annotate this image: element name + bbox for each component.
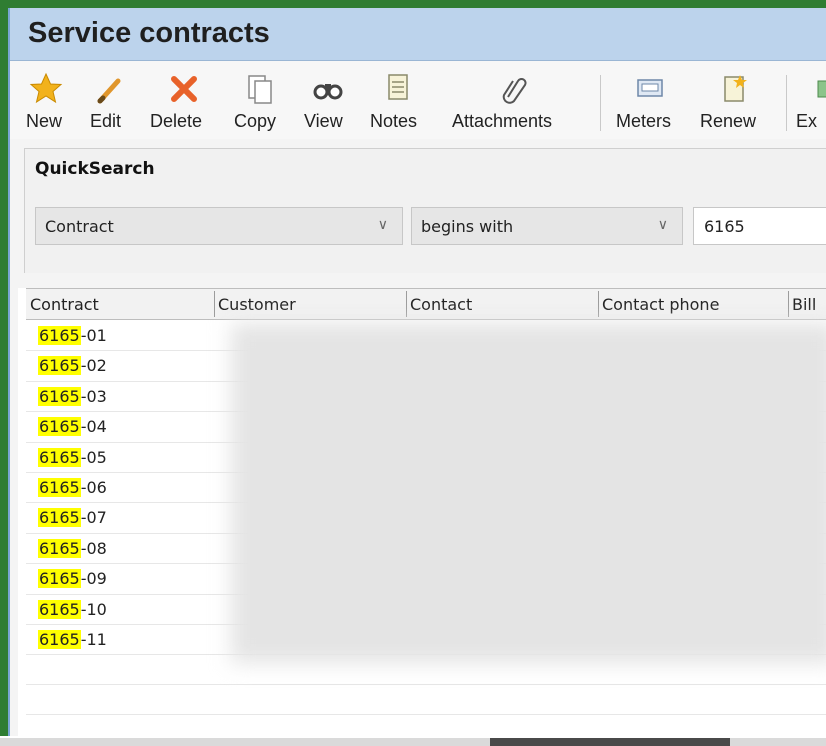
- contract-suffix: -11: [80, 629, 107, 649]
- delete-button[interactable]: Delete: [150, 61, 218, 139]
- search-match-highlight: 6165: [38, 326, 81, 345]
- search-match-highlight: 6165: [38, 508, 81, 528]
- contract-cell: 6165-02: [38, 354, 107, 378]
- column-divider[interactable]: [598, 291, 599, 317]
- column-header-contract[interactable]: Contract: [30, 295, 99, 314]
- column-divider[interactable]: [788, 291, 789, 317]
- search-match-highlight: 6165: [38, 599, 81, 619]
- contract-cell: 6165-07: [38, 506, 107, 530]
- contract-suffix: -03: [80, 386, 107, 406]
- column-header-customer[interactable]: Customer: [218, 295, 296, 314]
- export-icon: [817, 80, 826, 98]
- table-row: [26, 685, 826, 716]
- window-title: Service contracts: [28, 17, 270, 49]
- search-match-highlight: 6165: [38, 386, 81, 406]
- column-header-contact-phone[interactable]: Contact phone: [602, 295, 719, 314]
- chevron-down-icon: ∨: [377, 217, 388, 233]
- star-icon: [29, 72, 63, 104]
- service-contracts-window: Service contracts New Edit Delete Copy V…: [8, 8, 826, 736]
- view-button[interactable]: View: [302, 61, 352, 139]
- delete-label: Delete: [150, 111, 203, 131]
- search-match-highlight: 6165: [38, 538, 81, 558]
- contract-cell: 6165-06: [38, 476, 107, 500]
- taskbar-strip: [0, 738, 826, 746]
- export-label: Ex: [796, 111, 818, 131]
- contracts-grid: Contract Customer Contact Contact phone …: [18, 288, 826, 736]
- grid-header: Contract Customer Contact Contact phone …: [26, 288, 826, 320]
- contract-suffix: -01: [80, 326, 107, 345]
- notes-icon: [388, 74, 408, 100]
- delete-x-icon: [171, 76, 197, 102]
- renew-icon: [724, 75, 747, 102]
- renew-button[interactable]: Renew: [698, 61, 770, 139]
- copy-button[interactable]: Copy: [230, 61, 286, 139]
- notes-label: Notes: [370, 111, 418, 131]
- paperclip-icon: [502, 78, 527, 104]
- attachments-button[interactable]: Attachments: [450, 61, 580, 139]
- search-match-highlight: 6165: [38, 417, 81, 437]
- contract-cell: 6165-01: [38, 324, 107, 348]
- contract-suffix: -08: [80, 538, 107, 558]
- operator-select-value: begins with: [421, 217, 514, 236]
- pencil-icon: [97, 78, 121, 104]
- contract-cell: 6165-11: [38, 628, 107, 652]
- column-header-contact[interactable]: Contact: [410, 295, 472, 314]
- quicksearch-panel: QuickSearch Contract ∨ begins with ∨ 616…: [24, 148, 826, 273]
- column-header-bill[interactable]: Bill: [792, 295, 816, 314]
- copy-label: Copy: [234, 111, 277, 131]
- search-match-highlight: 6165: [38, 569, 81, 589]
- contract-cell: 6165-03: [38, 385, 107, 409]
- edit-label: Edit: [90, 111, 122, 131]
- contract-suffix: -07: [80, 508, 107, 528]
- contract-suffix: -04: [80, 417, 107, 437]
- edit-button[interactable]: Edit: [88, 61, 132, 139]
- redacted-region: [231, 323, 826, 663]
- meters-label: Meters: [616, 111, 672, 131]
- quicksearch-field-select[interactable]: Contract ∨: [35, 207, 403, 245]
- quicksearch-operator-select[interactable]: begins with ∨: [411, 207, 683, 245]
- view-label: View: [304, 111, 343, 131]
- column-divider[interactable]: [214, 291, 215, 317]
- binoculars-icon: [313, 84, 343, 100]
- contract-suffix: -09: [80, 569, 107, 589]
- contract-cell: 6165-04: [38, 415, 107, 439]
- column-divider[interactable]: [406, 291, 407, 317]
- contract-cell: 6165-10: [38, 598, 107, 622]
- export-button[interactable]: Ex: [796, 61, 826, 139]
- search-match-highlight: 6165: [38, 629, 81, 649]
- title-bar: Service contracts: [10, 8, 826, 61]
- meters-button[interactable]: Meters: [614, 61, 684, 139]
- attachments-label: Attachments: [452, 111, 553, 131]
- search-match-highlight: 6165: [38, 356, 81, 376]
- taskbar-segment: [490, 738, 730, 746]
- new-button[interactable]: New: [20, 61, 70, 139]
- contract-cell: 6165-05: [38, 446, 107, 470]
- new-label: New: [26, 111, 63, 131]
- field-select-value: Contract: [45, 217, 114, 236]
- search-match-highlight: 6165: [38, 477, 81, 497]
- renew-label: Renew: [700, 111, 757, 131]
- meter-icon: [637, 79, 663, 97]
- contract-suffix: -10: [80, 599, 107, 619]
- toolbar: New Edit Delete Copy View Notes Attachme…: [10, 61, 826, 139]
- search-value-text: 6165: [704, 217, 745, 236]
- notes-button[interactable]: Notes: [368, 61, 430, 139]
- grid-rows: 6165-01 6165-02 6165-03 6165-04 6165-05 …: [26, 321, 826, 716]
- contract-suffix: -05: [80, 447, 107, 467]
- search-match-highlight: 6165: [38, 447, 81, 467]
- toolbar-separator: [600, 75, 601, 131]
- quicksearch-value-input[interactable]: 6165: [693, 207, 826, 245]
- toolbar-separator: [786, 75, 787, 131]
- contract-suffix: -06: [80, 477, 107, 497]
- chevron-down-icon: ∨: [657, 217, 668, 233]
- contract-cell: 6165-08: [38, 537, 107, 561]
- contract-cell: 6165-09: [38, 567, 107, 591]
- quicksearch-title: QuickSearch: [35, 159, 155, 179]
- copy-icon: [248, 75, 272, 104]
- contract-suffix: -02: [80, 356, 107, 376]
